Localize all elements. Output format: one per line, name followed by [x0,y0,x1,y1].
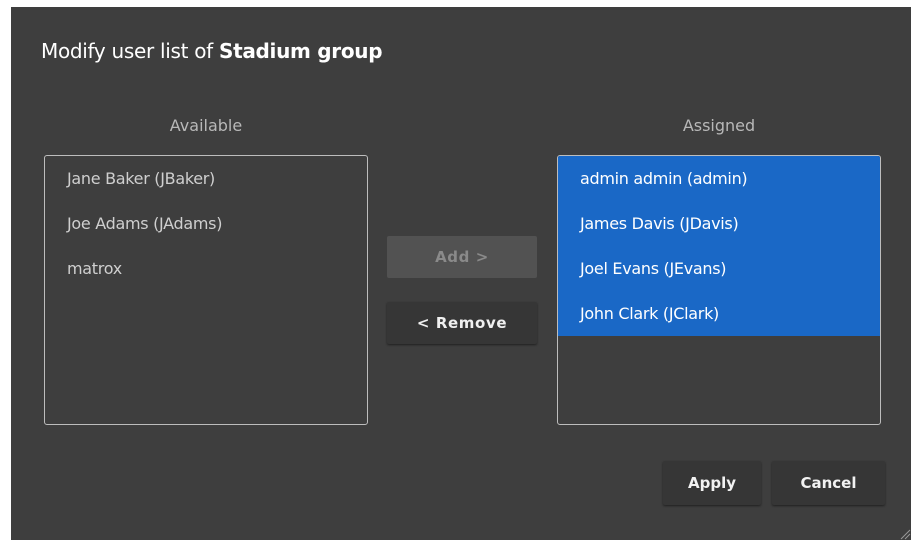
list-item[interactable]: Joe Adams (JAdams) [45,201,367,246]
available-header: Available [169,116,243,135]
modify-user-list-dialog: Modify user list of Stadium group Availa… [11,7,911,540]
available-list[interactable]: Jane Baker (JBaker) Joe Adams (JAdams) m… [44,155,368,425]
title-group-name: Stadium group [218,39,383,63]
list-item[interactable]: James Davis (JDavis) [558,201,880,246]
list-item[interactable]: Jane Baker (JBaker) [45,156,367,201]
title-prefix: Modify user list of [41,39,219,63]
list-item[interactable]: Joel Evans (JEvans) [558,246,880,291]
list-item[interactable]: matrox [45,246,367,291]
dialog-title: Modify user list of Stadium group [41,39,383,63]
assigned-list[interactable]: admin admin (admin) James Davis (JDavis)… [557,155,881,425]
resize-grip-icon[interactable] [897,526,911,540]
cancel-button[interactable]: Cancel [772,461,885,505]
add-button[interactable]: Add > [387,236,537,278]
remove-button[interactable]: < Remove [387,302,537,344]
apply-button[interactable]: Apply [663,461,761,505]
assigned-header: Assigned [682,116,756,135]
list-item[interactable]: John Clark (JClark) [558,291,880,336]
list-item[interactable]: admin admin (admin) [558,156,880,201]
